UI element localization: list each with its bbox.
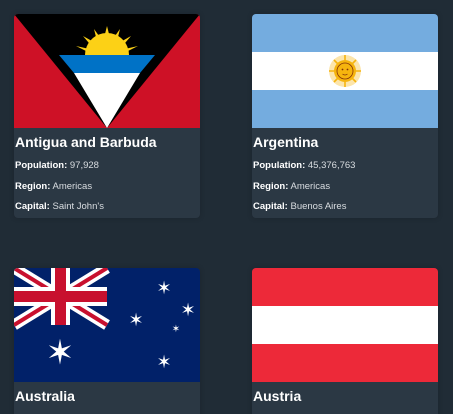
austria-flag-icon	[252, 268, 438, 382]
population-label: Population:	[15, 160, 68, 171]
svg-text:✶: ✶	[156, 352, 171, 373]
svg-text:✶: ✶	[156, 278, 171, 299]
country-info: Australia	[14, 382, 200, 404]
svg-text:✶: ✶	[172, 324, 180, 335]
country-card-antigua-and-barbuda[interactable]: Antigua and Barbuda Population: 97,928 R…	[14, 14, 200, 218]
region-value: Americas	[52, 180, 93, 192]
country-name: Antigua and Barbuda	[15, 134, 157, 150]
capital-row: Capital: Buenos Aires	[253, 201, 438, 213]
population-value: 45,376,763	[307, 160, 356, 171]
population-label: Population:	[253, 160, 306, 171]
country-name: Australia	[15, 388, 75, 404]
region-value: Americas	[290, 180, 331, 192]
country-info: Antigua and Barbuda Population: 97,928 R…	[14, 128, 200, 213]
population-value: 97,928	[69, 160, 99, 171]
country-info: Austria	[252, 382, 438, 404]
country-card-argentina[interactable]: Argentina Population: 45,376,763 Region:…	[252, 14, 438, 218]
countries-grid: Antigua and Barbuda Population: 97,928 R…	[0, 0, 453, 414]
country-card-australia[interactable]: ✶ ✶ ✶ ✶ ✶ ✶ Australia	[14, 268, 200, 414]
region-label: Region:	[15, 180, 51, 192]
capital-label: Capital:	[15, 201, 50, 212]
argentina-flag-icon	[252, 14, 438, 128]
region-label: Region:	[253, 180, 289, 192]
country-name: Argentina	[253, 134, 319, 150]
population-row: Population: 45,376,763	[253, 160, 438, 172]
population-row: Population: 97,928	[15, 160, 200, 172]
capital-value: Buenos Aires	[290, 201, 347, 212]
country-name: Austria	[253, 388, 302, 404]
capital-value: Saint John's	[52, 201, 104, 212]
svg-text:✶: ✶	[128, 310, 143, 331]
svg-text:✶: ✶	[46, 333, 75, 373]
antigua-and-barbuda-flag-icon	[14, 14, 200, 128]
capital-label: Capital:	[253, 201, 288, 212]
country-info: Argentina Population: 45,376,763 Region:…	[252, 128, 438, 213]
capital-row: Capital: Saint John's	[15, 201, 200, 213]
region-row: Region: Americas	[253, 181, 438, 193]
country-card-austria[interactable]: Austria	[252, 268, 438, 414]
svg-text:✶: ✶	[180, 300, 195, 321]
region-row: Region: Americas	[15, 181, 200, 193]
australia-flag-icon: ✶ ✶ ✶ ✶ ✶ ✶	[14, 268, 200, 382]
